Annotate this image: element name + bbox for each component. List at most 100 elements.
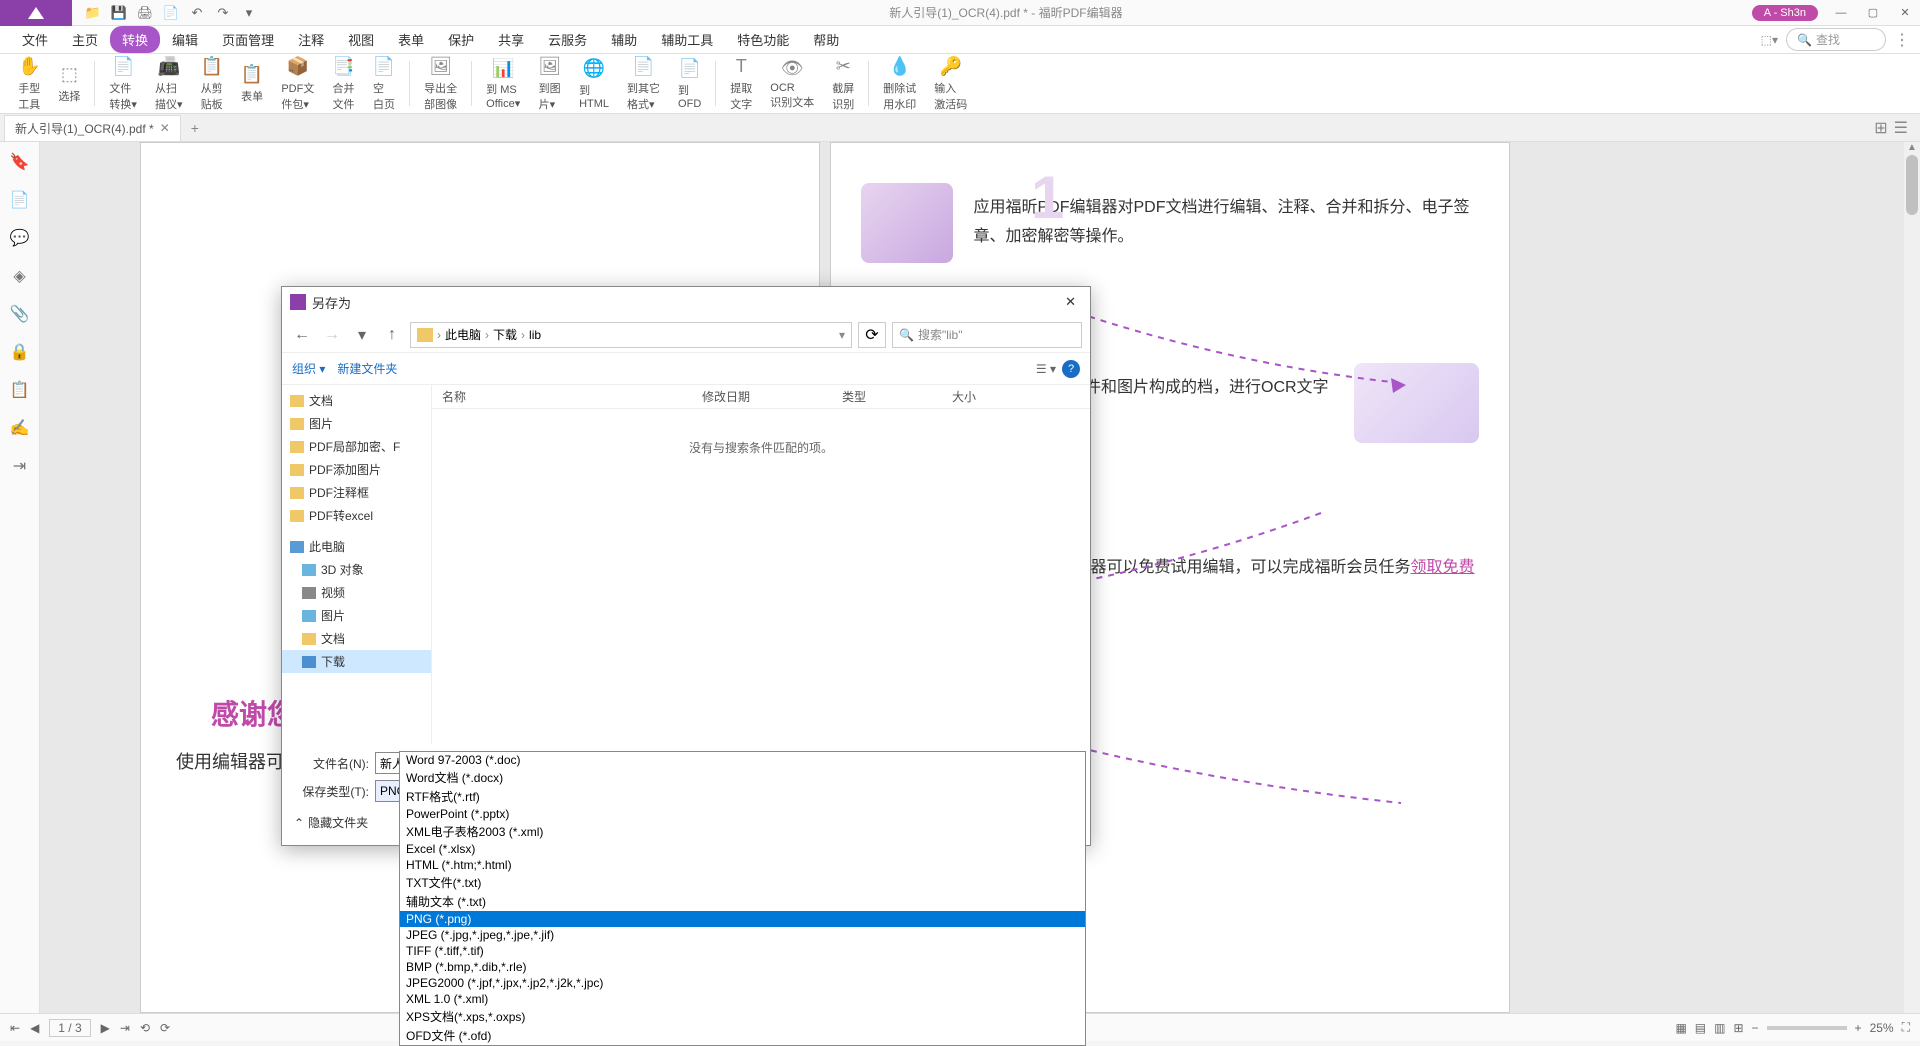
extract-text-button[interactable]: T提取 文字 <box>722 54 760 114</box>
tree-item[interactable]: PDF注释框 <box>282 481 431 504</box>
view-mode-4-icon[interactable]: ⊞ <box>1733 1021 1743 1035</box>
vertical-scrollbar[interactable]: ▲ <box>1904 142 1920 1013</box>
dropdown-item[interactable]: XML电子表格2003 (*.xml) <box>400 822 1085 841</box>
nav-next-icon[interactable]: ▶ <box>101 1021 110 1035</box>
screenshot-ocr-button[interactable]: ✂截屏 识别 <box>824 54 862 114</box>
menu-protect[interactable]: 保护 <box>436 26 486 53</box>
doc-icon[interactable]: 📄 <box>160 2 182 24</box>
new-folder-button[interactable]: 新建文件夹 <box>337 360 397 377</box>
dropdown-item[interactable]: Excel (*.xlsx) <box>400 841 1085 857</box>
nav-back-icon[interactable]: ⟲ <box>140 1021 150 1035</box>
hand-tool-button[interactable]: ✋手型 工具 <box>10 54 48 114</box>
refresh-button[interactable]: ⟳ <box>858 322 886 348</box>
dropdown-item[interactable]: BMP (*.bmp,*.dib,*.rle) <box>400 959 1085 975</box>
nav-up-button[interactable]: ↑ <box>380 323 404 347</box>
view-mode-2-icon[interactable]: ▤ <box>1695 1021 1706 1035</box>
nav-last-icon[interactable]: ⇥ <box>120 1021 130 1035</box>
tree-item[interactable]: PDF转excel <box>282 504 431 527</box>
dropdown-item[interactable]: Word文档 (*.docx) <box>400 768 1085 787</box>
attachment-icon[interactable]: 📎 <box>10 304 30 324</box>
menu-tools[interactable]: 辅助工具 <box>649 26 725 53</box>
menu-cloud[interactable]: 云服务 <box>536 26 599 53</box>
activate-button[interactable]: 🔑输入 激活码 <box>926 54 975 114</box>
print-icon[interactable]: 🖨 <box>134 2 156 24</box>
menu-edit[interactable]: 编辑 <box>160 26 210 53</box>
undo-icon[interactable]: ↶ <box>186 2 208 24</box>
nav-forward-icon[interactable]: ⟳ <box>160 1021 170 1035</box>
dropdown-item[interactable]: XPS文档(*.xps,*.oxps) <box>400 1007 1085 1026</box>
column-date[interactable]: 修改日期 <box>692 388 832 405</box>
zoom-value[interactable]: 25% <box>1870 1021 1894 1035</box>
view-mode-1-icon[interactable]: ▦ <box>1675 1021 1686 1035</box>
tree-item[interactable]: PDF局部加密、F <box>282 435 431 458</box>
document-tab[interactable]: 新人引导(1)_OCR(4).pdf * ✕ <box>4 115 181 141</box>
file-convert-button[interactable]: 📄文件 转换▾ <box>101 54 145 114</box>
zoom-out-icon[interactable]: − <box>1752 1021 1759 1035</box>
search-input[interactable]: 🔍 查找 <box>1786 28 1886 51</box>
nav-first-icon[interactable]: ⇤ <box>10 1021 20 1035</box>
breadcrumb-item[interactable]: lib <box>529 328 541 342</box>
menu-pages[interactable]: 页面管理 <box>210 26 286 53</box>
nav-prev-icon[interactable]: ◀ <box>30 1021 39 1035</box>
breadcrumb-item[interactable]: 下载 <box>493 326 517 343</box>
tree-item[interactable]: 文档 <box>282 389 431 412</box>
ocr-button[interactable]: 👁OCR 识别文本 <box>762 56 822 112</box>
menu-form[interactable]: 表单 <box>386 26 436 53</box>
menu-file[interactable]: 文件 <box>10 26 60 53</box>
dropdown-item[interactable]: XML 1.0 (*.xml) <box>400 991 1085 1007</box>
dropdown-item[interactable]: Word 97-2003 (*.doc) <box>400 752 1085 768</box>
nav-forward-button[interactable]: → <box>320 323 344 347</box>
column-type[interactable]: 类型 <box>832 388 942 405</box>
dropdown-item[interactable]: OFD文件 (*.ofd) <box>400 1026 1085 1045</box>
dropdown-item[interactable]: JPEG (*.jpg,*.jpeg,*.jpe,*.jif) <box>400 927 1085 943</box>
qat-dropdown-icon[interactable]: ▾ <box>238 2 260 24</box>
tree-item[interactable]: 3D 对象 <box>282 558 431 581</box>
dropdown-item[interactable]: TIFF (*.tiff,*.tif) <box>400 943 1085 959</box>
pages-icon[interactable]: 📄 <box>10 190 30 210</box>
menu-convert[interactable]: 转换 <box>110 26 160 53</box>
to-other-button[interactable]: 📄到其它 格式▾ <box>619 54 668 114</box>
export-images-button[interactable]: 🖼导出全 部图像 <box>416 54 465 114</box>
dropdown-item[interactable]: JPEG2000 (*.jpf,*.jpx,*.jp2,*.j2k,*.jpc) <box>400 975 1085 991</box>
folder-tree[interactable]: 文档 图片 PDF局部加密、F PDF添加图片 PDF注释框 PDF转excel… <box>282 385 432 744</box>
dropdown-item[interactable]: PowerPoint (*.pptx) <box>400 806 1085 822</box>
scroll-thumb[interactable] <box>1906 155 1918 215</box>
column-name[interactable]: 名称 <box>432 388 692 405</box>
tree-item[interactable]: 文档 <box>282 627 431 650</box>
blank-page-button[interactable]: 📄空 白页 <box>365 54 403 114</box>
tree-item-pc[interactable]: 此电脑 <box>282 535 431 558</box>
menu-view[interactable]: 视图 <box>336 26 386 53</box>
breadcrumb[interactable]: › 此电脑 › 下载 › lib ▾ <box>410 322 852 348</box>
dropdown-item[interactable]: 辅助文本 (*.txt) <box>400 892 1085 911</box>
menu-help[interactable]: 帮助 <box>801 26 851 53</box>
layout-grid-icon[interactable]: ⊞ <box>1874 118 1887 138</box>
to-html-button[interactable]: 🌐到 HTML <box>571 56 617 112</box>
signature-icon[interactable]: ✍ <box>10 418 30 438</box>
view-mode-3-icon[interactable]: ▥ <box>1714 1021 1725 1035</box>
tree-item[interactable]: PDF添加图片 <box>282 458 431 481</box>
minimize-button[interactable]: — <box>1826 2 1856 24</box>
dropdown-item-selected[interactable]: PNG (*.png) <box>400 911 1085 927</box>
tab-close-icon[interactable]: ✕ <box>160 121 170 135</box>
fullscreen-icon[interactable]: ⛶ <box>1902 1020 1910 1035</box>
security-icon[interactable]: 🔒 <box>10 342 30 362</box>
dialog-title-bar[interactable]: 另存为 ✕ <box>282 287 1090 317</box>
zoom-slider[interactable] <box>1767 1026 1847 1030</box>
menu-special[interactable]: 特色功能 <box>725 26 801 53</box>
view-options-button[interactable]: ☰ ▾ <box>1036 362 1056 376</box>
filetype-dropdown[interactable]: Word 97-2003 (*.doc) Word文档 (*.docx) RTF… <box>399 751 1086 1046</box>
dropdown-item[interactable]: RTF格式(*.rtf) <box>400 787 1085 806</box>
dropdown-item[interactable]: TXT文件(*.txt) <box>400 873 1085 892</box>
menu-more-icon[interactable]: ⋮ <box>1894 30 1910 50</box>
panel-toggle-icon[interactable]: ⇥ <box>13 456 26 476</box>
menu-home[interactable]: 主页 <box>60 26 110 53</box>
page-indicator[interactable]: 1 / 3 <box>49 1019 90 1037</box>
maximize-button[interactable]: ▢ <box>1858 2 1888 24</box>
add-tab-button[interactable]: + <box>191 120 199 136</box>
user-badge[interactable]: A - Sh3n <box>1752 5 1818 21</box>
dialog-close-button[interactable]: ✕ <box>1059 292 1082 312</box>
select-tool-button[interactable]: ⬚选择 <box>50 62 88 106</box>
remove-watermark-button[interactable]: 💧删除试 用水印 <box>875 54 924 114</box>
tree-item-downloads[interactable]: 下载 <box>282 650 431 673</box>
column-size[interactable]: 大小 <box>942 388 986 405</box>
